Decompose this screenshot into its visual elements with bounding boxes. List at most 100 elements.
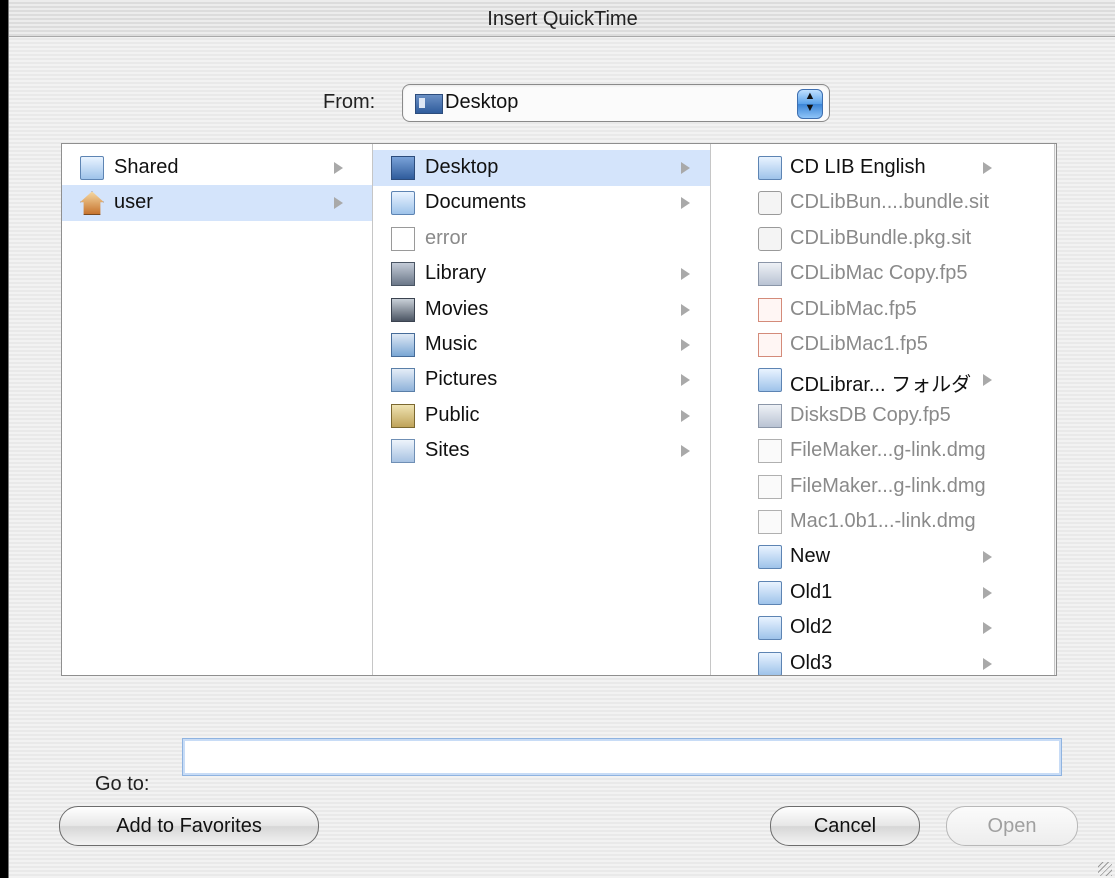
folder-list-item[interactable]: Movies: [373, 292, 710, 328]
window-title: Insert QuickTime: [487, 8, 638, 30]
folder-icon: [758, 580, 782, 605]
item-label: FileMaker...g-link.dmg: [790, 474, 986, 497]
stuffit-archive-icon: [758, 191, 782, 216]
browser-column-2: Desktop Documents error Library Movies Music P…: [373, 144, 711, 675]
folder-list-item[interactable]: Public: [373, 398, 710, 434]
disclosure-arrow-icon: [983, 622, 992, 635]
stuffit-archive-icon: [758, 226, 782, 251]
documents-folder-icon: [391, 191, 415, 216]
folder-list-item[interactable]: error: [373, 221, 710, 257]
column-browser: Shared user Desktop Documents error Library M…: [61, 143, 1057, 676]
item-label: Movies: [425, 297, 489, 320]
folder-list-item[interactable]: user: [62, 185, 372, 222]
from-location-popup[interactable]: Desktop ▲ ▼: [402, 84, 830, 122]
file-list-item[interactable]: DisksDB Copy.fp5: [711, 398, 1056, 434]
item-label: CDLibMac Copy.fp5: [790, 262, 968, 285]
item-label: CDLibBun....bundle.sit: [790, 191, 990, 214]
item-label: Mac1.0b1...-link.dmg: [790, 510, 976, 532]
desktop-icon: [415, 94, 443, 114]
disclosure-arrow-icon: [334, 197, 343, 210]
folder-list-item[interactable]: Music: [373, 327, 710, 363]
from-selected-location: Desktop: [445, 91, 519, 113]
disclosure-arrow-icon: [681, 339, 690, 351]
desktop-icon: [391, 156, 415, 180]
item-label: Documents: [425, 191, 527, 214]
item-label: Sites: [425, 439, 470, 462]
item-label: New: [790, 545, 831, 568]
scroll-down-arrow-icon[interactable]: ▼: [1056, 636, 1057, 654]
file-list-item[interactable]: FileMaker...g-link.dmg: [711, 469, 1056, 505]
disclosure-arrow-icon: [681, 445, 690, 458]
title-bar[interactable]: Insert QuickTime: [9, 0, 1115, 37]
file-list-item[interactable]: CDLibrar... フォルダ: [711, 362, 1056, 398]
item-label: Pictures: [425, 368, 498, 391]
browser-column-3: CD LIB English CDLibBun....bundle.sit CDLi…: [711, 144, 1056, 675]
item-label: CDLibMac1.fp5: [790, 333, 928, 355]
folder-icon: [758, 616, 782, 641]
pdf-document-icon: [758, 297, 782, 322]
item-label: CDLibrar... フォルダ: [790, 374, 972, 397]
pictures-folder-icon: [391, 368, 415, 393]
item-label: CD LIB English: [790, 156, 926, 178]
disclosure-arrow-icon: [681, 374, 690, 387]
popup-arrows-icon: ▲ ▼: [797, 89, 823, 119]
folder-list-item[interactable]: Library: [373, 256, 710, 292]
movies-folder-icon: [391, 297, 415, 322]
file-list-item[interactable]: Old1: [711, 575, 1056, 611]
file-list-item[interactable]: CDLibMac1.fp5: [711, 327, 1056, 363]
file-list-item[interactable]: CDLibBundle.pkg.sit: [711, 221, 1056, 257]
disclosure-arrow-icon: [983, 657, 992, 670]
folder-list-item[interactable]: Documents: [373, 185, 710, 221]
filemaker-document-icon: [758, 403, 782, 428]
insert-quicktime-dialog: Insert QuickTime From: Desktop ▲ ▼ Shared…: [8, 0, 1115, 878]
folder-list-item[interactable]: Sites: [373, 433, 710, 469]
folder-icon: [758, 545, 782, 570]
file-list-item[interactable]: CDLibMac.fp5: [711, 292, 1056, 328]
disclosure-arrow-icon: [681, 303, 690, 316]
folder-list-item[interactable]: Shared: [62, 150, 372, 186]
document-icon: [391, 226, 415, 251]
item-label: Desktop: [425, 156, 499, 178]
goto-label: Go to:: [95, 773, 150, 795]
disclosure-arrow-icon: [983, 586, 992, 599]
cancel-button[interactable]: Cancel: [770, 806, 920, 846]
home-icon: [80, 191, 104, 216]
item-label: FileMaker...g-link.dmg: [790, 439, 986, 462]
item-label: CDLibMac.fp5: [790, 297, 917, 320]
sites-folder-icon: [391, 439, 415, 464]
library-folder-icon: [391, 262, 415, 287]
goto-input[interactable]: [182, 738, 1062, 776]
scroll-up-arrow-icon[interactable]: ▲: [1056, 616, 1057, 634]
folder-list-item[interactable]: Desktop: [373, 150, 710, 186]
file-list-item[interactable]: Old3: [711, 646, 1056, 675]
public-folder-icon: [391, 403, 415, 428]
resize-grip-icon[interactable]: [1098, 862, 1112, 876]
file-list-item[interactable]: CDLibBun....bundle.sit: [711, 185, 1056, 221]
vertical-scrollbar[interactable]: [1054, 144, 1056, 675]
item-label: DisksDB Copy.fp5: [790, 403, 951, 426]
disk-image-icon: [758, 474, 782, 499]
folder-icon: [758, 368, 782, 393]
item-label: Old2: [790, 616, 833, 639]
filemaker-document-icon: [758, 262, 782, 287]
disclosure-arrow-icon: [681, 197, 690, 210]
open-button[interactable]: Open: [946, 806, 1078, 846]
disclosure-arrow-icon: [334, 162, 343, 174]
item-label: CDLibBundle.pkg.sit: [790, 226, 972, 249]
add-to-favorites-button[interactable]: Add to Favorites: [59, 806, 319, 846]
file-list-item[interactable]: CDLibMac Copy.fp5: [711, 256, 1056, 292]
file-list-item[interactable]: CD LIB English: [711, 150, 1056, 186]
horizontal-scrollbar[interactable]: ◀ ▶: [62, 675, 1057, 676]
item-label: error: [425, 226, 468, 249]
file-list-item[interactable]: Old2: [711, 610, 1056, 646]
item-label: Public: [425, 403, 480, 426]
item-label: user: [114, 191, 153, 214]
file-list-item[interactable]: New: [711, 539, 1056, 575]
folder-icon: [80, 156, 104, 180]
item-label: Old1: [790, 580, 833, 603]
file-list-item[interactable]: Mac1.0b1...-link.dmg: [711, 504, 1056, 540]
disk-image-icon: [758, 439, 782, 464]
folder-list-item[interactable]: Pictures: [373, 362, 710, 398]
file-list-item[interactable]: FileMaker...g-link.dmg: [711, 433, 1056, 469]
from-label: From:: [323, 91, 376, 113]
